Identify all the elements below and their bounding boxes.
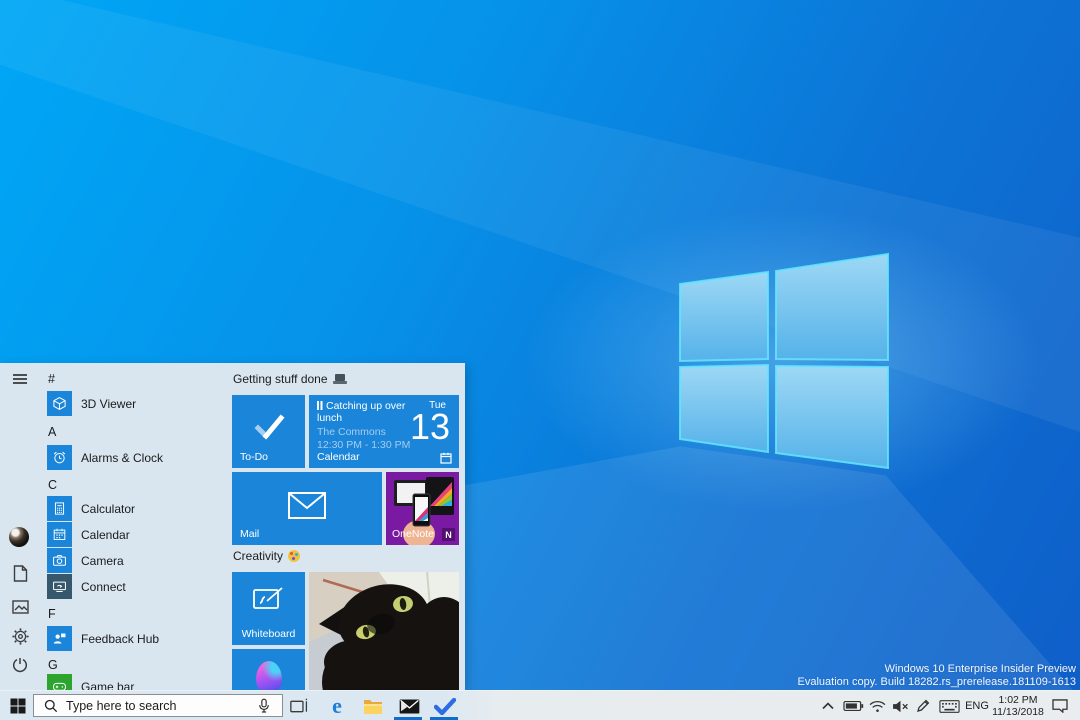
tile-group-header[interactable]: Getting stuff done: [233, 372, 347, 386]
windows-logo-wallpaper: [679, 252, 889, 470]
pen-icon: [917, 699, 930, 712]
watermark-line2: Evaluation copy. Build 18282.rs_prerelea…: [797, 676, 1076, 688]
tile-mail[interactable]: Mail: [232, 472, 382, 545]
tray-overflow-button[interactable]: [818, 691, 838, 720]
keyboard-icon: [938, 699, 960, 713]
mail-icon: [399, 698, 419, 714]
balloon-gradient-icon: [256, 661, 282, 690]
folder-icon: [364, 699, 382, 714]
clock-date: 11/13/2018: [992, 706, 1044, 718]
calendar-glyph-icon: [440, 452, 452, 464]
tile-label: Whiteboard: [241, 628, 296, 640]
onenote-logo: N: [442, 528, 455, 541]
search-icon: [44, 699, 58, 713]
tile-label: Calendar: [317, 451, 360, 463]
language-indicator[interactable]: ENG: [962, 691, 992, 720]
desktop: Windows 10 Enterprise Insider Preview Ev…: [0, 0, 1080, 720]
mail-button[interactable]: [392, 691, 426, 720]
tile-area: Getting stuff done To-Do Catching up ove…: [0, 363, 465, 690]
microphone-icon[interactable]: [258, 698, 270, 714]
tile-photos-cat[interactable]: [309, 572, 459, 690]
tile-label: Mail: [240, 528, 260, 540]
start-menu: # 3D Viewer A Alarms & Clock C Calculato…: [0, 363, 465, 690]
group-title: Creativity: [233, 549, 284, 563]
todo-button[interactable]: [428, 691, 462, 720]
battery-status[interactable]: [841, 691, 865, 720]
windows-ink-workspace[interactable]: [912, 691, 934, 720]
clock[interactable]: 1:02 PM 11/13/2018: [992, 691, 1044, 720]
edge-icon: e: [332, 693, 342, 718]
taskbar-search[interactable]: Type here to search: [33, 694, 283, 717]
action-center-button[interactable]: [1048, 691, 1072, 720]
watermark-line1: Windows 10 Enterprise Insider Preview: [884, 663, 1076, 675]
tile-label: To-Do: [240, 451, 269, 463]
tile-todo[interactable]: To-Do: [232, 395, 305, 468]
calendar-event-title: Catching up over lunch: [317, 400, 406, 424]
cat-photo: [309, 572, 459, 690]
tile-group-header[interactable]: Creativity: [233, 549, 301, 563]
action-center-icon: [1052, 699, 1068, 713]
battery-icon: [842, 700, 863, 712]
todo-check-icon: [434, 697, 456, 715]
palette-emoji: [288, 550, 301, 562]
touch-keyboard-button[interactable]: [936, 691, 962, 720]
group-title: Getting stuff done: [233, 372, 328, 386]
clock-time: 1:02 PM: [998, 694, 1038, 706]
laptop-emoji: [332, 374, 347, 384]
volume-status[interactable]: [889, 691, 911, 720]
network-status[interactable]: [866, 691, 888, 720]
insider-watermark: Windows 10 Enterprise Insider Preview Ev…: [798, 663, 1076, 689]
chevron-up-icon: [822, 702, 834, 710]
edge-button[interactable]: e: [320, 691, 354, 720]
tile-balloon-app[interactable]: [232, 649, 305, 690]
tile-label: OneNote: [392, 528, 435, 540]
meal-icon: [317, 401, 319, 410]
search-placeholder: Type here to search: [66, 698, 177, 713]
task-view-button[interactable]: [286, 691, 312, 720]
calendar-day-number: 13: [409, 406, 450, 447]
tile-whiteboard[interactable]: Whiteboard: [232, 572, 305, 645]
wifi-icon: [869, 700, 885, 712]
taskbar: Type here to search e ENG 1:02 PM 11/13/…: [0, 690, 1080, 720]
language-label: ENG: [965, 700, 989, 712]
speaker-muted-icon: [892, 700, 908, 712]
calendar-event-time: 12:30 PM - 1:30 PM: [317, 439, 411, 451]
calendar-event-location: The Commons: [317, 426, 386, 438]
tile-calendar[interactable]: Catching up over lunch The Commons 12:30…: [309, 395, 459, 468]
tile-onenote[interactable]: OneNote N: [386, 472, 459, 545]
task-view-icon: [289, 698, 307, 712]
start-button[interactable]: [6, 691, 30, 720]
windows-start-icon: [10, 698, 26, 714]
file-explorer-button[interactable]: [356, 691, 390, 720]
